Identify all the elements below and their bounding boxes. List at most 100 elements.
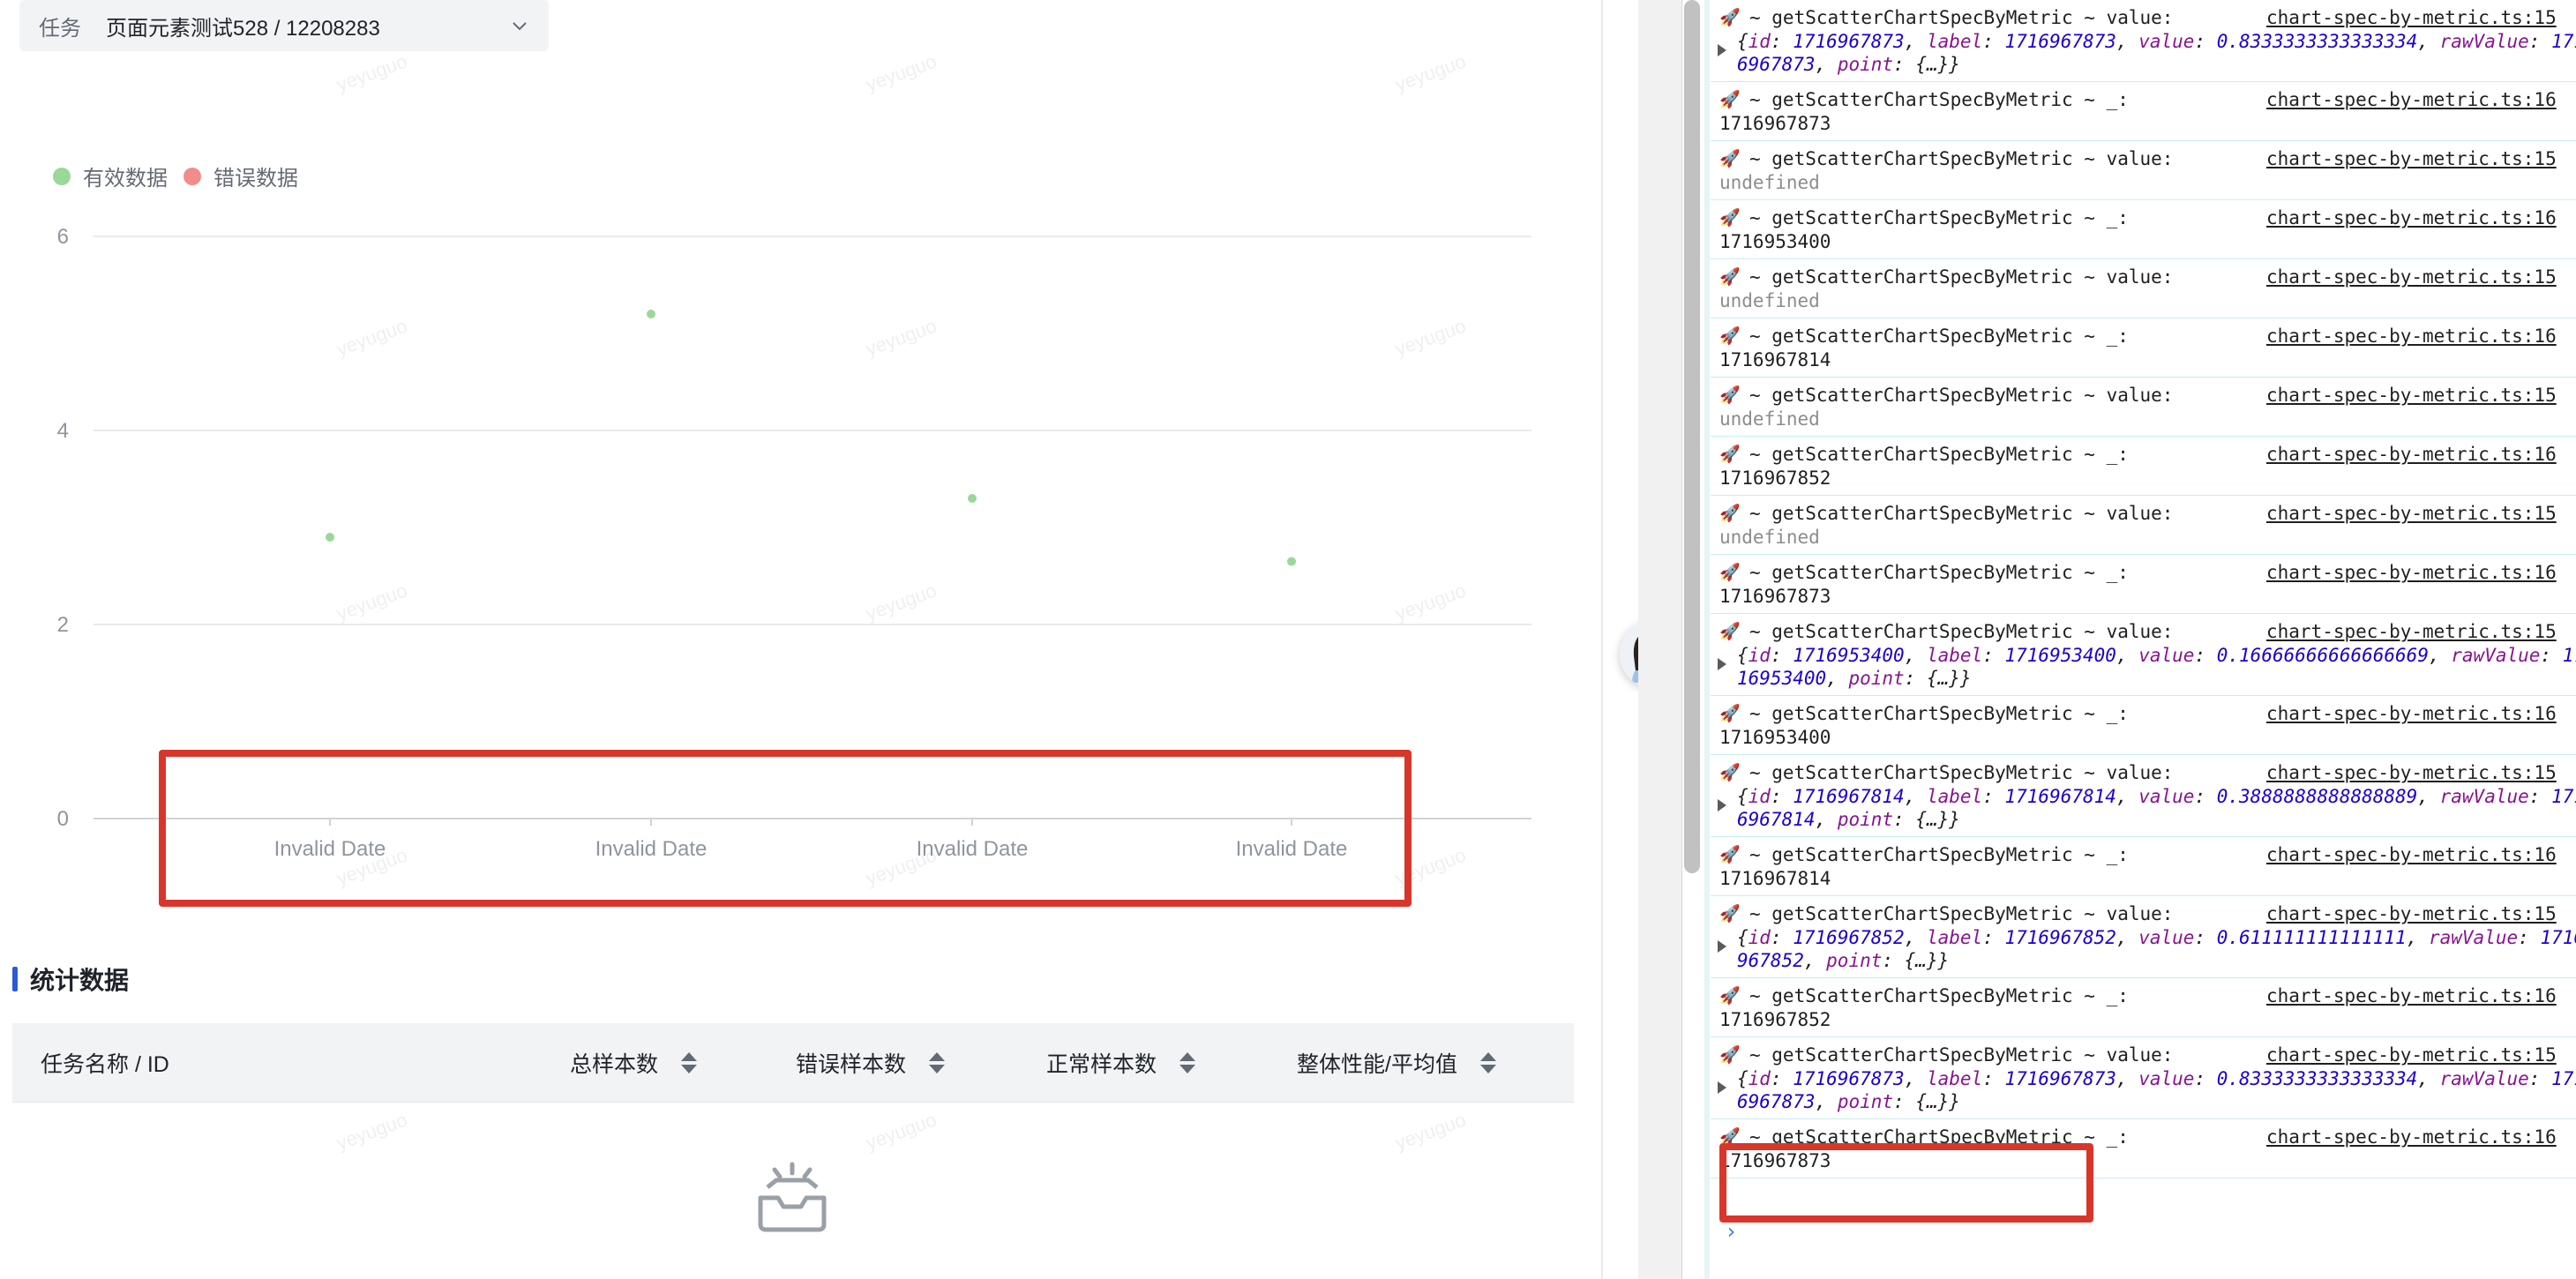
scatter-chart: 0 2 4 6 Invalid Date Invalid Date Invalid Date… <box>57 225 1531 861</box>
console-log-entry[interactable]: 🚀 ~ getScatterChartSpecByMetric ~ value: c… <box>1711 496 2576 555</box>
console-object[interactable]: {id: 1716967873, label: 1716967873, valu… <box>1711 30 2576 76</box>
console-gutter <box>1704 0 1710 1279</box>
console-log-entry[interactable]: 🚀 ~ getScatterChartSpecByMetric ~ value: c… <box>1711 896 2576 978</box>
console-value: 1716967814 <box>1719 868 1831 889</box>
rocket-icon: 🚀 <box>1719 845 1741 864</box>
console-message: ~ getScatterChartSpecByMetric ~ _: <box>1749 207 2129 228</box>
scatter-point[interactable] <box>326 533 334 542</box>
x-tick-label: Invalid Date <box>274 837 386 861</box>
scatter-point[interactable] <box>1287 557 1296 566</box>
console-message: ~ getScatterChartSpecByMetric ~ value: <box>1749 503 2174 524</box>
console-log-entry[interactable]: 🚀 ~ getScatterChartSpecByMetric ~ _: chart… <box>1711 1119 2576 1178</box>
console-log-entry[interactable]: 🚀 ~ getScatterChartSpecByMetric ~ _: chart… <box>1711 555 2576 614</box>
console-source-link[interactable]: chart-spec-by-metric.ts:15 <box>2266 762 2557 783</box>
console-message: ~ getScatterChartSpecByMetric ~ _: <box>1749 325 2129 347</box>
task-select[interactable]: 任务 页面元素测试528 / 12208283 <box>19 0 549 51</box>
y-tick-label: 2 <box>57 613 69 637</box>
console-message: ~ getScatterChartSpecByMetric ~ value: <box>1749 385 2174 406</box>
expand-triangle-icon[interactable] <box>1718 940 1726 953</box>
console-source-link[interactable]: chart-spec-by-metric.ts:16 <box>2266 325 2557 347</box>
console-source-link[interactable]: chart-spec-by-metric.ts:16 <box>2266 703 2557 724</box>
sort-icon[interactable] <box>681 1052 698 1073</box>
x-tick-label: Invalid Date <box>595 837 708 861</box>
console-source-link[interactable]: chart-spec-by-metric.ts:15 <box>2266 503 2557 524</box>
console-source-link[interactable]: chart-spec-by-metric.ts:15 <box>2266 1044 2557 1066</box>
console-object[interactable]: {id: 1716967852, label: 1716967852, valu… <box>1711 926 2576 972</box>
console-log-entry[interactable]: 🚀 ~ getScatterChartSpecByMetric ~ value: c… <box>1711 1037 2576 1119</box>
console-source-link[interactable]: chart-spec-by-metric.ts:15 <box>2266 385 2557 406</box>
console-value: 1716967852 <box>1719 1009 1831 1030</box>
console-log-entry[interactable]: 🚀 ~ getScatterChartSpecByMetric ~ _: chart… <box>1711 837 2576 896</box>
console-log-entry[interactable]: 🚀 ~ getScatterChartSpecByMetric ~ value: c… <box>1711 755 2576 837</box>
console-message: ~ getScatterChartSpecByMetric ~ _: <box>1749 89 2129 110</box>
chart-legend: 有效数据 错误数据 <box>53 161 298 191</box>
console-source-link[interactable]: chart-spec-by-metric.ts:16 <box>2266 207 2557 228</box>
console-log-entry[interactable]: 🚀 ~ getScatterChartSpecByMetric ~ _: chart… <box>1711 318 2576 378</box>
console-source-link[interactable]: chart-spec-by-metric.ts:16 <box>2266 562 2557 583</box>
console-log-entry[interactable]: 🚀 ~ getScatterChartSpecByMetric ~ value: c… <box>1711 614 2576 696</box>
rocket-icon: 🚀 <box>1719 763 1741 782</box>
console-source-link[interactable]: chart-spec-by-metric.ts:15 <box>2266 903 2557 924</box>
scatter-point[interactable] <box>647 310 655 318</box>
console-source-link[interactable]: chart-spec-by-metric.ts:15 <box>2266 7 2557 28</box>
expand-triangle-icon[interactable] <box>1718 799 1726 812</box>
console-object[interactable]: {id: 1716953400, label: 1716953400, valu… <box>1711 644 2576 690</box>
console-object[interactable]: {id: 1716967814, label: 1716967814, valu… <box>1711 785 2576 831</box>
console-object[interactable]: {id: 1716967873, label: 1716967873, valu… <box>1711 1067 2576 1113</box>
rocket-icon: 🚀 <box>1719 149 1741 168</box>
sort-icon[interactable] <box>1479 1052 1496 1073</box>
console-log-entry[interactable]: 🚀 ~ getScatterChartSpecByMetric ~ value: c… <box>1711 141 2576 200</box>
console-source-link[interactable]: chart-spec-by-metric.ts:16 <box>2266 89 2557 110</box>
watermark-text: yeyuguo <box>863 1108 940 1155</box>
x-tick-label: Invalid Date <box>917 837 1029 861</box>
console-prompt[interactable]: › <box>1725 1219 1737 1244</box>
legend-valid-dot <box>53 167 71 185</box>
rocket-icon: 🚀 <box>1719 8 1741 27</box>
sort-icon[interactable] <box>929 1052 946 1073</box>
console-log-entry[interactable]: 🚀 ~ getScatterChartSpecByMetric ~ _: chart… <box>1711 978 2576 1037</box>
task-select-label: 任务 <box>39 16 81 41</box>
console-source-link[interactable]: chart-spec-by-metric.ts:16 <box>2266 985 2557 1006</box>
legend-item-error[interactable]: 错误数据 <box>183 161 298 191</box>
sort-icon[interactable] <box>1179 1052 1196 1073</box>
col-normal-samples[interactable]: 正常样本数 <box>1046 1023 1196 1103</box>
y-tick-label: 0 <box>57 807 69 831</box>
console-message: ~ getScatterChartSpecByMetric ~ value: <box>1749 621 2174 642</box>
console-source-link[interactable]: chart-spec-by-metric.ts:15 <box>2266 148 2557 169</box>
expand-triangle-icon[interactable] <box>1718 44 1726 56</box>
stats-title: 统计数据 <box>30 967 130 994</box>
chevron-down-icon <box>513 22 527 31</box>
section-accent-bar <box>12 967 18 991</box>
legend-error-label: 错误数据 <box>213 167 298 191</box>
col-total-samples[interactable]: 总样本数 <box>570 1023 698 1103</box>
col-normal-samples-label: 正常样本数 <box>1046 1052 1157 1077</box>
expand-triangle-icon[interactable] <box>1718 1081 1726 1094</box>
legend-item-valid[interactable]: 有效数据 <box>53 161 168 191</box>
rocket-icon: 🚀 <box>1719 1045 1741 1065</box>
task-select-value: 页面元素测试528 / 12208283 <box>106 16 380 41</box>
col-error-samples[interactable]: 错误样本数 <box>796 1023 946 1103</box>
console-log-entry[interactable]: 🚀 ~ getScatterChartSpecByMetric ~ _: chart… <box>1711 200 2576 259</box>
console-scrollbar[interactable] <box>1684 0 1700 873</box>
watermark-text: yeyuguo <box>1392 1108 1469 1155</box>
console-log-entry[interactable]: 🚀 ~ getScatterChartSpecByMetric ~ _: chart… <box>1711 82 2576 141</box>
stats-table-header: 任务名称 / ID 总样本数 错误样本数 正常样本数 整体性能/平均值 <box>12 1023 1574 1103</box>
console-source-link[interactable]: chart-spec-by-metric.ts:16 <box>2266 1126 2557 1148</box>
rocket-icon: 🚀 <box>1719 1127 1741 1147</box>
console-log-entry[interactable]: 🚀 ~ getScatterChartSpecByMetric ~ value: c… <box>1711 378 2576 437</box>
console-log-entry[interactable]: 🚀 ~ getScatterChartSpecByMetric ~ value: c… <box>1711 0 2576 82</box>
console-source-link[interactable]: chart-spec-by-metric.ts:15 <box>2266 266 2557 288</box>
pane-divider[interactable] <box>1601 0 1603 1279</box>
console-source-link[interactable]: chart-spec-by-metric.ts:16 <box>2266 444 2557 465</box>
console-log-entry[interactable]: 🚀 ~ getScatterChartSpecByMetric ~ _: chart… <box>1711 437 2576 496</box>
console-scroll-track[interactable] <box>1638 0 1682 1279</box>
rocket-icon: 🚀 <box>1719 704 1741 723</box>
console-log-entry[interactable]: 🚀 ~ getScatterChartSpecByMetric ~ _: chart… <box>1711 696 2576 755</box>
console-log-entry[interactable]: 🚀 ~ getScatterChartSpecByMetric ~ value: c… <box>1711 259 2576 318</box>
console-source-link[interactable]: chart-spec-by-metric.ts:16 <box>2266 844 2557 865</box>
expand-triangle-icon[interactable] <box>1718 658 1726 670</box>
scatter-point[interactable] <box>968 494 977 503</box>
col-overall-performance[interactable]: 整体性能/平均值 <box>1297 1023 1496 1103</box>
console-value: undefined <box>1719 408 1820 430</box>
console-source-link[interactable]: chart-spec-by-metric.ts:15 <box>2266 621 2557 642</box>
